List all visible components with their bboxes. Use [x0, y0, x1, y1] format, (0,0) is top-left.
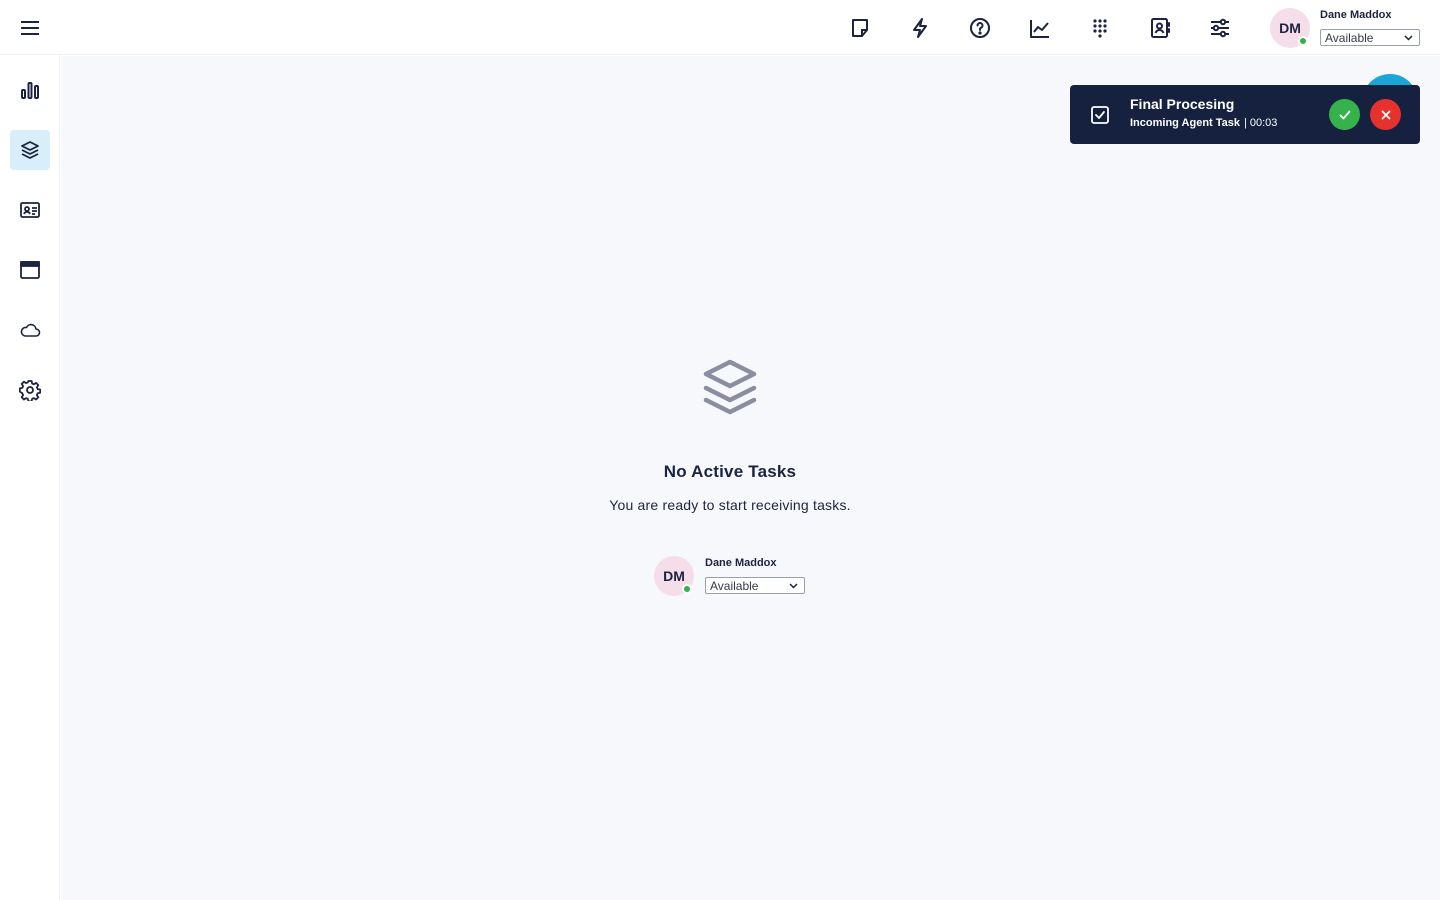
status-select-value: Available [710, 578, 759, 593]
layers-icon [20, 140, 40, 160]
sticky-note-icon[interactable] [844, 12, 876, 44]
avatar-initials: DM [1279, 20, 1301, 36]
menu-icon[interactable] [14, 12, 46, 44]
empty-state-subtitle: You are ready to start receiving tasks. [609, 497, 851, 513]
sidebar-item-contacts[interactable] [10, 190, 50, 230]
layers-icon [701, 356, 759, 423]
empty-state-title: No Active Tasks [663, 462, 797, 481]
cloud-icon [19, 320, 41, 340]
close-icon [1381, 110, 1390, 119]
incoming-task-toast[interactable]: Final Procesing Incoming Agent Task | 00:0… [1070, 85, 1420, 144]
sidebar-item-cloud[interactable] [10, 310, 50, 350]
online-status-dot [682, 584, 692, 594]
checkbox-icon [1090, 105, 1110, 130]
user-name: Dane Maddox [1320, 9, 1392, 21]
sidebar [0, 55, 60, 900]
toast-timer: 00:03 [1249, 117, 1278, 129]
avatar[interactable]: DM [654, 556, 694, 596]
check-icon [1339, 110, 1350, 119]
chevron-down-icon [789, 583, 798, 589]
toast-separator: | [1244, 117, 1247, 129]
toast-meta: Incoming Agent Task | 00:03 [1130, 117, 1277, 129]
sidebar-item-tasks[interactable] [10, 130, 50, 170]
contact-card-icon [20, 200, 40, 220]
main-content: No Active Tasks You are ready to start r… [61, 56, 1440, 900]
browser-window-icon [20, 260, 40, 280]
sidebar-item-browser[interactable] [10, 250, 50, 290]
status-select[interactable]: Available [705, 577, 805, 594]
bolt-icon[interactable] [904, 12, 936, 44]
analytics-icon[interactable] [1024, 12, 1056, 44]
contacts-icon[interactable] [1144, 12, 1176, 44]
sidebar-item-dashboard[interactable] [10, 70, 50, 110]
reject-task-button[interactable] [1370, 99, 1401, 130]
app-root: DM Dane Maddox Available No Active Tasks… [0, 0, 1440, 900]
avatar[interactable]: DM [1270, 8, 1310, 48]
toast-title: Final Procesing [1130, 96, 1235, 112]
bar-chart-icon [20, 80, 40, 100]
status-select-value: Available [1325, 30, 1374, 45]
chevron-down-icon [1404, 35, 1413, 41]
user-name: Dane Maddox [705, 557, 777, 569]
avatar-initials: DM [663, 568, 685, 584]
status-select[interactable]: Available [1320, 29, 1420, 46]
online-status-dot [1298, 36, 1308, 46]
toast-task-label: Incoming Agent Task [1130, 117, 1241, 129]
top-bar: DM Dane Maddox Available [0, 0, 1440, 55]
settings-sliders-icon[interactable] [1204, 12, 1236, 44]
accept-task-button[interactable] [1329, 99, 1360, 130]
sidebar-item-settings[interactable] [10, 370, 50, 410]
dialpad-icon[interactable] [1084, 12, 1116, 44]
gear-icon [19, 379, 41, 401]
help-icon[interactable] [964, 12, 996, 44]
